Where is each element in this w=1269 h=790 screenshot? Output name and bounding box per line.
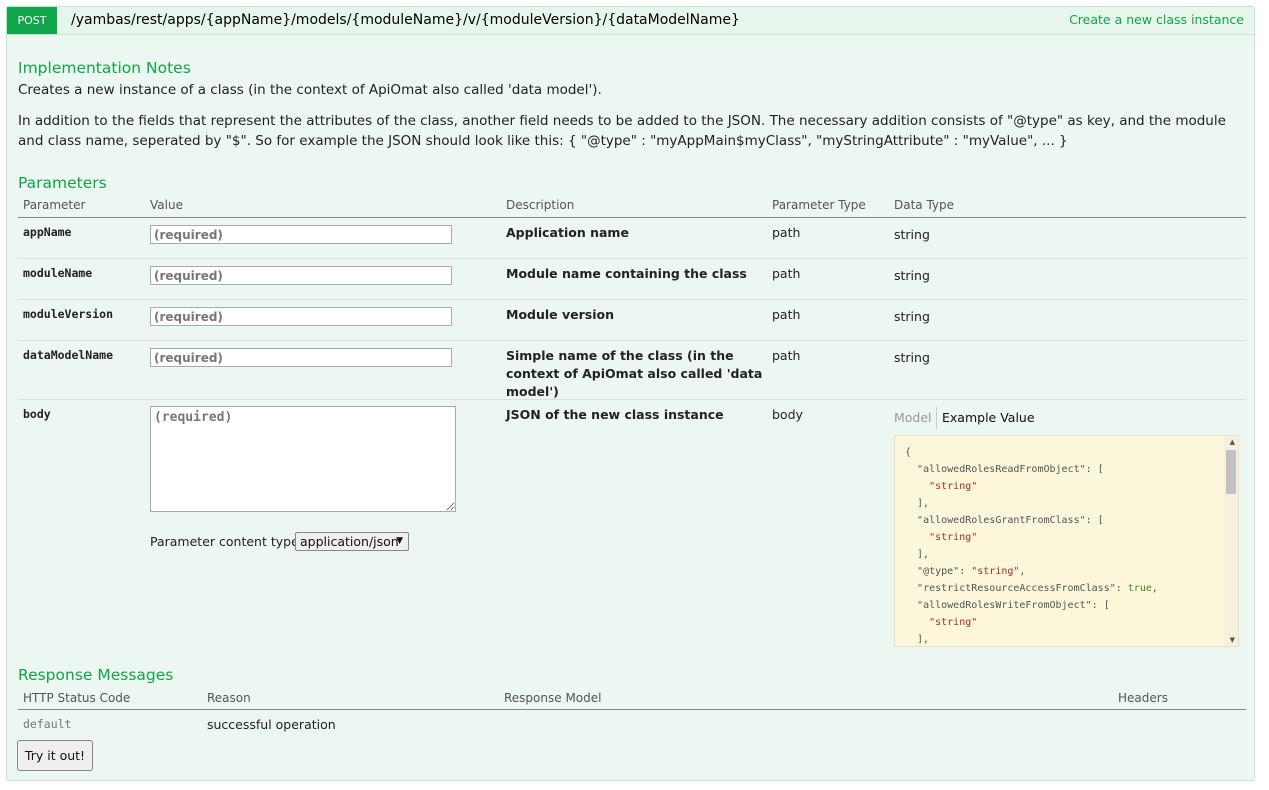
implementation-notes-heading: Implementation Notes: [18, 59, 191, 77]
param-type-appname: path: [772, 225, 801, 240]
data-type-moduleversion: string: [894, 309, 930, 324]
col-header-value: Value: [150, 198, 183, 212]
param-desc-datamodelname: Simple name of the class (in the context…: [506, 348, 763, 399]
modulename-input[interactable]: [150, 266, 452, 285]
tab-model[interactable]: Model: [894, 410, 932, 425]
param-name-moduleversion: moduleVersion: [23, 307, 114, 321]
col-header-data-type: Data Type: [894, 198, 955, 212]
operation-panel: POST /yambas/rest/apps/{appName}/models/…: [6, 6, 1255, 781]
param-name-modulename: moduleName: [23, 266, 93, 280]
param-desc-modulename: Module name containing the class: [506, 266, 747, 281]
data-type-datamodelname: string: [894, 350, 930, 365]
param-name-body: body: [23, 407, 51, 421]
endpoint-path[interactable]: /yambas/rest/apps/{appName}/models/{modu…: [71, 7, 740, 34]
col-header-reason: Reason: [207, 691, 251, 705]
parameters-heading: Parameters: [18, 174, 107, 192]
content-type-select[interactable]: application/json ▼: [295, 532, 409, 551]
example-value-box[interactable]: { "allowedRolesReadFromObject": [ "strin…: [894, 435, 1239, 647]
scroll-up-arrow-icon[interactable]: ▲: [1230, 438, 1235, 446]
operation-header[interactable]: POST /yambas/rest/apps/{appName}/models/…: [7, 7, 1254, 35]
body-textarea[interactable]: [150, 406, 456, 512]
moduleversion-input[interactable]: [150, 307, 452, 326]
param-name-datamodelname: dataModelName: [23, 348, 114, 362]
scroll-down-arrow-icon[interactable]: ▼: [1230, 636, 1235, 644]
implementation-note-2: In addition to the fields that represent…: [18, 113, 1226, 149]
param-type-moduleversion: path: [772, 307, 801, 322]
content-type-label: Parameter content type:: [150, 534, 303, 549]
http-method-badge[interactable]: POST: [7, 7, 57, 34]
col-header-parameter-type: Parameter Type: [772, 198, 866, 212]
param-desc-body: JSON of the new class instance: [506, 407, 724, 422]
data-type-appname: string: [894, 227, 930, 242]
implementation-note-1: Creates a new instance of a class (in th…: [18, 82, 602, 98]
col-header-response-model: Response Model: [504, 691, 602, 705]
response-reason: successful operation: [207, 717, 336, 732]
data-type-modulename: string: [894, 268, 930, 283]
col-header-status-code: HTTP Status Code: [23, 691, 131, 705]
param-type-datamodelname: path: [772, 348, 801, 363]
param-type-modulename: path: [772, 266, 801, 281]
col-header-parameter: Parameter: [23, 198, 86, 212]
row-divider: [18, 258, 1246, 259]
param-desc-moduleversion: Module version: [506, 307, 614, 322]
scroll-thumb[interactable]: [1226, 450, 1236, 494]
operation-summary[interactable]: Create a new class instance: [1069, 7, 1244, 34]
param-name-appname: appName: [23, 225, 72, 239]
response-messages-heading: Response Messages: [18, 666, 174, 684]
dropdown-arrow-icon: ▼: [396, 536, 403, 546]
col-header-description: Description: [506, 198, 575, 212]
param-header-rule: [18, 217, 1246, 218]
tab-separator: [936, 407, 937, 429]
datamodelname-input[interactable]: [150, 348, 452, 367]
example-scrollbar[interactable]: ▲ ▼: [1224, 436, 1238, 646]
col-header-headers: Headers: [1118, 691, 1168, 705]
row-divider: [18, 399, 1246, 400]
response-code: default: [23, 717, 72, 731]
param-desc-appname: Application name: [506, 225, 629, 240]
appname-input[interactable]: [150, 225, 452, 244]
param-type-body: body: [772, 407, 803, 422]
tab-example-value[interactable]: Example Value: [942, 410, 1035, 425]
row-divider: [18, 299, 1246, 300]
content-type-value: application/json: [300, 534, 399, 549]
response-header-rule: [18, 709, 1246, 710]
try-it-out-button[interactable]: Try it out!: [17, 740, 93, 771]
row-divider: [18, 340, 1246, 341]
example-json: { "allowedRolesReadFromObject": [ "strin…: [905, 447, 1158, 645]
